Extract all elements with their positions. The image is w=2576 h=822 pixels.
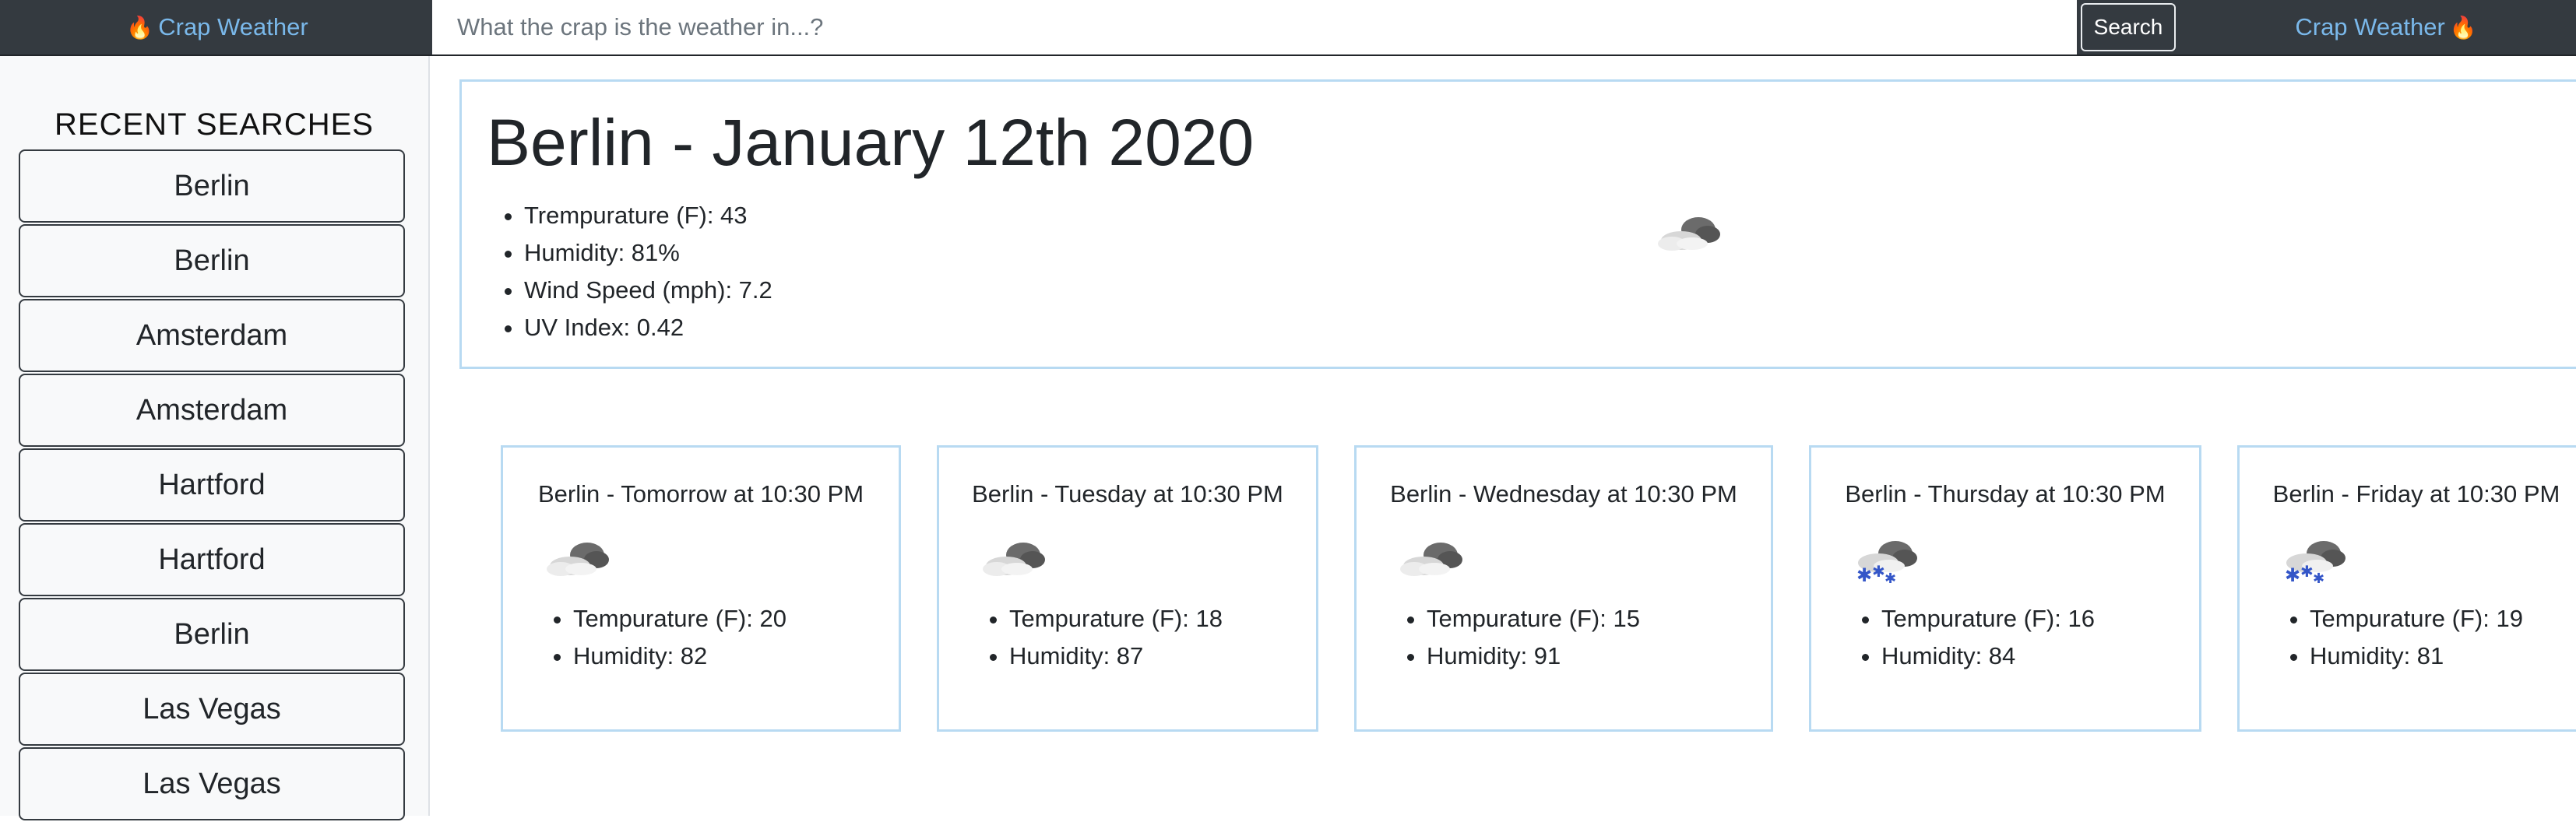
forecast-title: Berlin - Friday at 10:30 PM <box>2272 480 2560 508</box>
recent-search-button[interactable]: Berlin <box>19 224 405 297</box>
sidebar-title: RECENT SEARCHES <box>55 107 374 142</box>
recent-search-button[interactable]: Las Vegas <box>19 673 405 746</box>
forecast-details: Tempurature (F): 15 Humidity: 91 <box>1389 600 1640 675</box>
search-button[interactable]: Search <box>2081 3 2176 51</box>
recent-search-button[interactable]: Berlin <box>19 149 405 223</box>
temperature-item: Tempurature (F): 19 <box>2310 600 2523 638</box>
temperature-item: Tempurature (F): 16 <box>1881 600 2095 638</box>
recent-search-button[interactable]: Hartford <box>19 523 405 596</box>
forecast-title: Berlin - Tuesday at 10:30 PM <box>972 480 1283 508</box>
recent-search-button[interactable]: Amsterdam <box>19 374 405 447</box>
forecast-card: Berlin - Tuesday at 10:30 PM Tempurature… <box>937 445 1318 732</box>
current-weather-details: Trempurature (F): 43 Humidity: 81% Wind … <box>487 197 772 346</box>
top-navbar: 🔥Crap Weather Search Crap Weather🔥 <box>0 0 2576 56</box>
cloudy-icon <box>1395 532 1467 585</box>
recent-search-button[interactable]: Berlin <box>19 598 405 671</box>
current-weather-title: Berlin - January 12th 2020 <box>487 106 1255 179</box>
recent-search-button[interactable]: Amsterdam <box>19 299 405 372</box>
recent-searches-sidebar: RECENT SEARCHES Berlin Berlin Amsterdam … <box>0 56 430 820</box>
temperature-item: Tempurature (F): 20 <box>573 600 787 638</box>
humidity-item: Humidity: 81 <box>2310 638 2523 675</box>
snow-cloud-icon: ✱ ✱ ✱ <box>1850 532 1922 590</box>
brand-link-right[interactable]: Crap Weather 🔥 <box>2201 0 2576 54</box>
forecast-details: Tempurature (F): 20 Humidity: 82 <box>536 600 787 675</box>
forecast-title: Berlin - Tomorrow at 10:30 PM <box>537 480 864 508</box>
search-input[interactable] <box>432 0 2077 54</box>
fire-icon: 🔥 <box>2449 16 2477 40</box>
cloudy-icon <box>542 532 614 585</box>
cloudy-icon <box>978 532 1050 585</box>
temperature-item: Tempurature (F): 15 <box>1427 600 1640 638</box>
forecast-card: Berlin - Tomorrow at 10:30 PM Tempuratur… <box>501 445 901 732</box>
recent-search-button[interactable]: Hartford <box>19 448 405 522</box>
svg-text:✱: ✱ <box>1856 564 1872 586</box>
recent-search-button[interactable]: Las Vegas <box>19 747 405 820</box>
humidity-item: Humidity: 87 <box>1009 638 1223 675</box>
forecast-card: Berlin - Friday at 10:30 PM ✱ ✱ ✱ Tempur… <box>2237 445 2576 732</box>
svg-text:✱: ✱ <box>2300 562 2314 581</box>
temperature-item: Tempurature (F): 18 <box>1009 600 1223 638</box>
temperature-item: Trempurature (F): 43 <box>524 197 772 234</box>
brand-label: Crap Weather <box>2295 13 2445 40</box>
forecast-title: Berlin - Thursday at 10:30 PM <box>1845 480 2166 508</box>
svg-text:✱: ✱ <box>2313 571 2324 586</box>
fire-icon: 🔥 <box>126 16 154 40</box>
humidity-item: Humidity: 82 <box>573 638 787 675</box>
svg-text:✱: ✱ <box>1884 571 1896 586</box>
brand-label: Crap Weather <box>158 13 308 40</box>
forecast-card: Berlin - Wednesday at 10:30 PM Tempuratu… <box>1354 445 1773 732</box>
svg-text:✱: ✱ <box>1872 562 1885 581</box>
humidity-item: Humidity: 84 <box>1881 638 2095 675</box>
snow-cloud-icon: ✱ ✱ ✱ <box>2279 532 2350 590</box>
cloudy-icon <box>1653 206 1725 260</box>
forecast-details: Tempurature (F): 16 Humidity: 84 <box>1844 600 2095 675</box>
brand-link-left[interactable]: 🔥 Crap Weather <box>0 0 430 54</box>
forecast-details: Tempurature (F): 19 Humidity: 81 <box>2272 600 2523 675</box>
humidity-item: Humidity: 81% <box>524 234 772 272</box>
forecast-title: Berlin - Wednesday at 10:30 PM <box>1390 480 1737 508</box>
svg-text:✱: ✱ <box>2285 564 2300 586</box>
forecast-details: Tempurature (F): 18 Humidity: 87 <box>972 600 1223 675</box>
recent-searches-list: Berlin Berlin Amsterdam Amsterdam Hartfo… <box>19 149 405 822</box>
humidity-item: Humidity: 91 <box>1427 638 1640 675</box>
wind-speed-item: Wind Speed (mph): 7.2 <box>524 272 772 309</box>
forecast-card: Berlin - Thursday at 10:30 PM ✱ ✱ ✱ Temp… <box>1809 445 2201 732</box>
uv-index-item: UV Index: 0.42 <box>524 309 772 346</box>
current-weather-card: Berlin - January 12th 2020 Trempurature … <box>459 79 2576 369</box>
